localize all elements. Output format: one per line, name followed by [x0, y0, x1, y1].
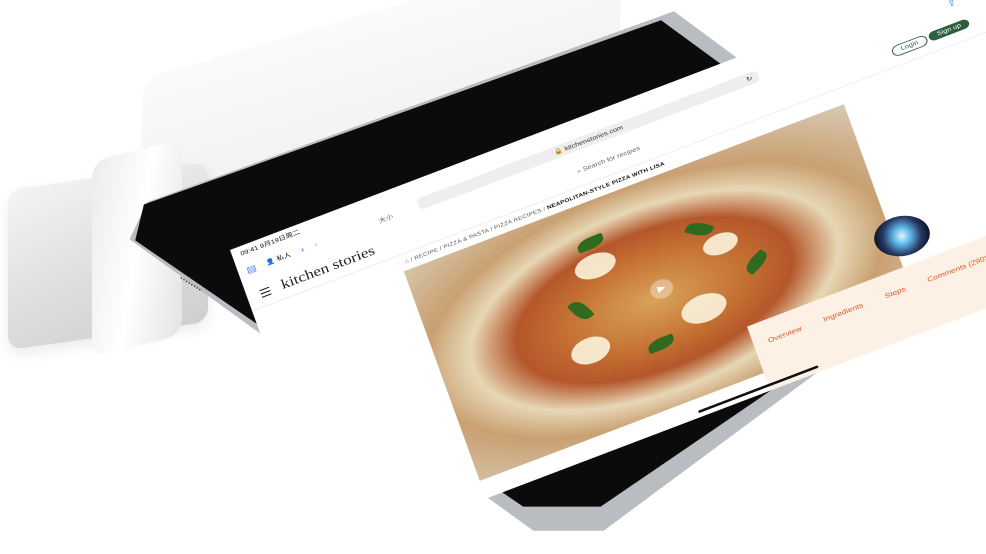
- mozzarella-4: [567, 331, 615, 370]
- add-tab-icon[interactable]: +: [964, 0, 973, 2]
- forward-icon[interactable]: ›: [313, 240, 320, 250]
- basil-leaf-2: [683, 220, 715, 239]
- private-text: 私人: [275, 251, 292, 263]
- clock: 09:41: [239, 245, 260, 258]
- share-icon[interactable]: ⇪: [946, 0, 958, 9]
- reload-icon[interactable]: ↻: [745, 75, 754, 83]
- hamburger-icon[interactable]: ☰: [258, 284, 274, 301]
- tab-comments[interactable]: Comments (290): [926, 254, 986, 284]
- reader-text-size[interactable]: 大小: [378, 212, 395, 225]
- tab-overview[interactable]: Overview: [767, 325, 803, 345]
- tab-ingredients[interactable]: Ingredients: [822, 301, 864, 323]
- play-icon[interactable]: ▶: [647, 275, 676, 302]
- basil-leaf-4: [646, 333, 677, 355]
- ipad-device: •••••••• •••••••• 09:41 9月19日周二 ▮▮▮ ▤ 👤 …: [0, 0, 986, 554]
- back-icon[interactable]: ‹: [299, 245, 306, 255]
- basil-leaf-3: [741, 248, 772, 275]
- signup-button[interactable]: Sign up: [927, 18, 971, 42]
- mozzarella-2: [677, 287, 731, 330]
- basil-leaf-5: [566, 298, 595, 324]
- tab-steps[interactable]: Steps: [884, 285, 907, 300]
- basil-leaf-1: [575, 232, 606, 254]
- search-box[interactable]: ⌕ Search for recipes: [576, 146, 641, 176]
- search-placeholder: Search for recipes: [582, 145, 641, 173]
- login-button[interactable]: Login: [890, 34, 930, 58]
- sidebar-icon[interactable]: ▤: [245, 263, 258, 275]
- private-mode-label[interactable]: 👤 私人: [265, 250, 293, 267]
